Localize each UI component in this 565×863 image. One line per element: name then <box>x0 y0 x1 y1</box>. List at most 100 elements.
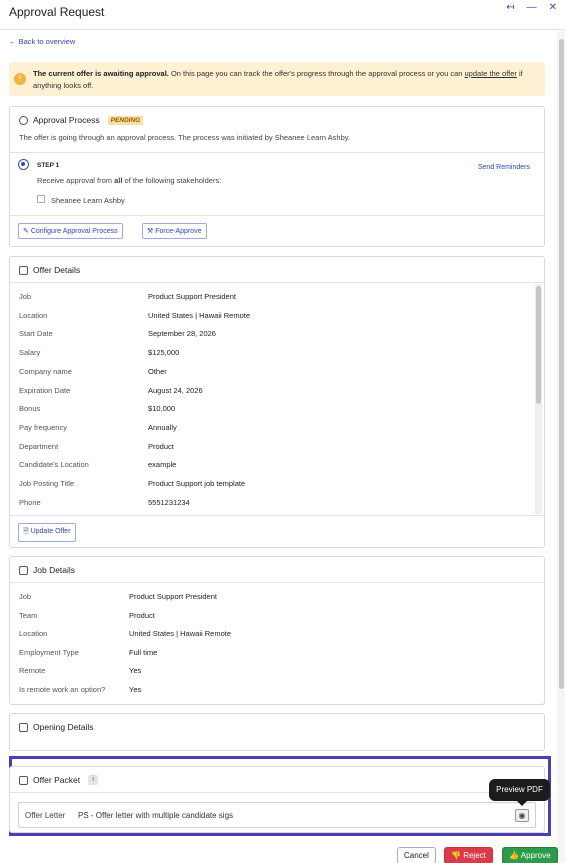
offer-details-scrollbar[interactable] <box>535 284 542 514</box>
update-offer-label: Update Offer <box>30 528 71 535</box>
offer-detail-value: Other <box>148 366 167 376</box>
send-reminders-link[interactable]: Send Reminders <box>478 164 530 171</box>
offer-detail-label: Phone <box>19 497 41 507</box>
job-details-card: Job Details Job Product Support President… <box>9 556 545 705</box>
stakeholder-name: Sheanee Learn Ashby <box>51 196 125 205</box>
offer-detail-label: Job Posting Title <box>19 479 75 488</box>
job-detail-value: Product Support President <box>129 592 217 601</box>
job-detail-label: Remote <box>19 666 46 676</box>
info-icon[interactable]: i <box>88 775 99 785</box>
alert-bold-text: The current offer is awaiting approval. <box>33 69 169 78</box>
window-header: Approval Request ↤ — ✕ <box>0 0 565 30</box>
offer-letter-value: PS - Offer letter with multiple candidat… <box>78 811 234 820</box>
offer-detail-label: Candidate's Location <box>19 460 89 470</box>
configure-approval-process-button[interactable]: ✎ Configure Approval Process <box>18 223 123 239</box>
job-detail-value: Product <box>129 610 155 620</box>
divider <box>10 152 544 153</box>
step-text-post: of the following stakeholders: <box>122 176 222 185</box>
offer-detail-label: Start Date <box>19 329 53 339</box>
offer-detail-value: $125,000 <box>148 348 180 358</box>
job-details-title: Job Details <box>19 565 75 575</box>
preview-pdf-tooltip: Preview PDF <box>489 779 550 806</box>
document-icon <box>19 775 28 785</box>
offer-detail-value: September 28, 2026 <box>148 329 216 339</box>
status-badge: PENDING <box>107 115 144 125</box>
offer-detail-label: Department <box>19 441 59 451</box>
offer-detail-value: August 24, 2026 <box>148 385 203 395</box>
preview-pdf-eye-icon[interactable]: ◉ <box>515 809 529 822</box>
offer-detail-label: Job <box>19 292 32 301</box>
approve-label: Approve <box>520 851 551 860</box>
approval-process-title: Approval Process PENDING <box>19 115 144 125</box>
offer-detail-value: Product Support job template <box>148 479 246 488</box>
job-detail-value: Yes <box>129 685 142 694</box>
offer-detail-value: $10,000 <box>148 404 176 414</box>
page-scrollbar[interactable] <box>557 31 565 863</box>
back-to-overview-link[interactable]: ← Back to overview <box>9 37 75 46</box>
offer-packet-title: Offer Packet i <box>19 775 99 785</box>
cancel-button[interactable]: Cancel <box>397 847 436 863</box>
offer-detail-value: United States | Hawaii Remote <box>148 310 250 320</box>
offer-detail-value: Annually <box>148 422 177 432</box>
divider <box>10 215 544 216</box>
job-detail-label: Job <box>19 592 32 601</box>
opening-details-label: Opening Details <box>33 722 94 732</box>
force-approve-label: Force-Approve <box>155 228 202 235</box>
offer-details-card: Offer Details Job Product Support Preside… <box>9 256 545 548</box>
force-approve-button[interactable]: ⚒ Force-Approve <box>142 223 207 239</box>
awaiting-approval-alert: ! The current offer is awaiting approval… <box>9 62 545 96</box>
approval-process-card: Approval Process PENDING The offer is go… <box>9 106 545 247</box>
job-detail-value: Yes <box>129 666 142 676</box>
offer-letter-field[interactable]: Offer Letter PS - Offer letter with mult… <box>18 802 536 828</box>
job-detail-label: Is remote work an option? <box>19 685 106 694</box>
update-offer-link[interactable]: update the offer <box>465 69 517 78</box>
clipboard-icon <box>19 722 28 732</box>
page-scrollbar-thumb[interactable] <box>559 39 564 689</box>
update-offer-button[interactable]: 🗎 Update Offer <box>18 523 76 542</box>
offer-detail-value: Product Support President <box>148 292 236 301</box>
offer-detail-label: Pay frequency <box>19 422 67 432</box>
step-label: STEP 1 <box>37 162 60 169</box>
job-detail-label: Team <box>19 610 38 620</box>
step-text-pre: Receive approval from <box>37 176 115 185</box>
offer-letter-label: Offer Letter <box>25 811 66 820</box>
window-title: Approval Request <box>9 5 105 19</box>
offer-detail-label: Bonus <box>19 404 41 414</box>
offer-detail-value: Product <box>148 441 174 451</box>
offer-detail-label: Expiration Date <box>19 385 71 395</box>
opening-details-card: Opening Details <box>9 713 545 751</box>
check-circle-icon <box>19 115 28 125</box>
approval-description: The offer is going through an approval p… <box>19 133 351 142</box>
divider <box>10 515 544 516</box>
alert-text: The current offer is awaiting approval. … <box>33 68 538 92</box>
offer-details-scroll-thumb[interactable] <box>536 286 541 404</box>
approval-process-label: Approval Process <box>33 115 100 125</box>
document-icon <box>19 265 28 275</box>
briefcase-icon <box>19 565 28 575</box>
header-icons: ↤ — ✕ <box>506 2 557 13</box>
configure-button-label: Configure Approval Process <box>30 228 118 235</box>
divider <box>10 792 544 793</box>
step-radio-icon[interactable] <box>18 159 29 170</box>
offer-detail-value: example <box>148 460 177 470</box>
opening-details-title: Opening Details <box>19 722 93 732</box>
warning-icon: ! <box>14 73 26 85</box>
job-detail-value: Full time <box>129 647 158 657</box>
step-instruction: Receive approval from all of the followi… <box>37 176 221 185</box>
job-detail-label: Location <box>19 629 48 639</box>
close-icon[interactable]: ✕ <box>549 2 557 13</box>
reject-label: Reject <box>463 851 486 860</box>
offer-detail-label: Location <box>19 310 48 320</box>
job-details-label: Job Details <box>33 565 76 575</box>
offer-packet-label: Offer Packet <box>33 775 81 785</box>
offer-detail-label: Salary <box>19 348 41 358</box>
job-detail-label: Employment Type <box>19 647 79 657</box>
offer-details-label: Offer Details <box>33 265 81 275</box>
reject-button[interactable]: 👎 Reject <box>444 847 493 863</box>
divider <box>10 282 544 283</box>
stakeholder-checkbox[interactable] <box>37 195 45 203</box>
approve-button[interactable]: 👍 Approve <box>502 847 558 863</box>
minimize-icon[interactable]: — <box>527 2 537 13</box>
offer-details-title: Offer Details <box>19 265 80 275</box>
collapse-icon[interactable]: ↤ <box>506 2 514 13</box>
